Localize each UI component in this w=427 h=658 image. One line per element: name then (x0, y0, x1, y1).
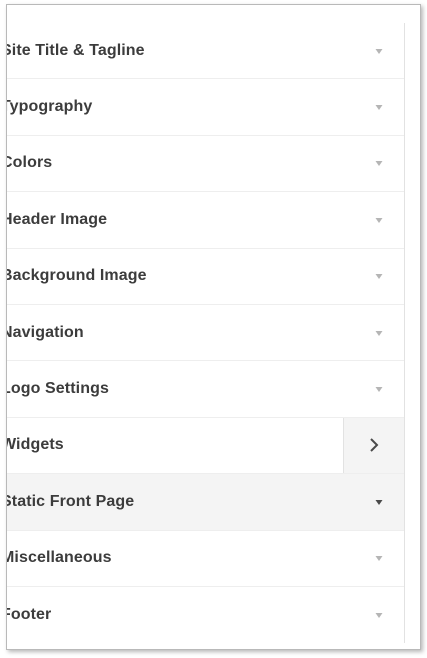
section-label: Background Image (6, 267, 147, 285)
section-miscellaneous[interactable]: Miscellaneous (7, 531, 404, 587)
section-background-image[interactable]: Background Image (7, 249, 404, 305)
section-label: Navigation (6, 323, 84, 341)
triangle-down-icon (374, 610, 384, 620)
widgets-open-button[interactable] (343, 417, 404, 474)
section-label: Miscellaneous (6, 549, 112, 567)
section-site-title-tagline[interactable]: Site Title & Tagline (6, 23, 404, 80)
section-label: Header Image (6, 210, 108, 228)
section-static-front-page[interactable]: Static Front Page (6, 474, 404, 531)
triangle-down-icon (374, 215, 384, 225)
chevron-right-icon (370, 438, 379, 453)
section-logo-settings[interactable]: Logo Settings (6, 361, 404, 418)
triangle-down-icon (374, 384, 384, 394)
triangle-down-icon (374, 328, 384, 338)
triangle-down-icon (374, 553, 384, 563)
section-typography[interactable]: Typography (6, 79, 404, 136)
section-colors[interactable]: Colors (6, 136, 404, 193)
section-label: Static Front Page (6, 492, 135, 510)
triangle-down-icon (374, 46, 384, 56)
section-label: Typography (6, 98, 93, 116)
section-header-image[interactable]: Header Image (6, 192, 404, 249)
section-navigation[interactable]: Navigation (6, 305, 404, 362)
triangle-down-icon (374, 271, 384, 281)
triangle-down-icon (374, 497, 384, 507)
section-label: Widgets (6, 436, 64, 454)
section-label: Logo Settings (6, 380, 109, 398)
customizer-panel: Site Title & Tagline Typography Colors H… (7, 23, 405, 643)
section-footer[interactable]: Footer (7, 587, 404, 643)
section-widgets[interactable]: Widgets (6, 417, 404, 475)
triangle-down-icon (374, 102, 384, 112)
section-label: Footer (6, 606, 52, 624)
screenshot-frame: Site Title & Tagline Typography Colors H… (6, 4, 421, 650)
section-label: Colors (6, 154, 53, 172)
section-label: Site Title & Tagline (6, 41, 145, 59)
triangle-down-icon (374, 158, 384, 168)
